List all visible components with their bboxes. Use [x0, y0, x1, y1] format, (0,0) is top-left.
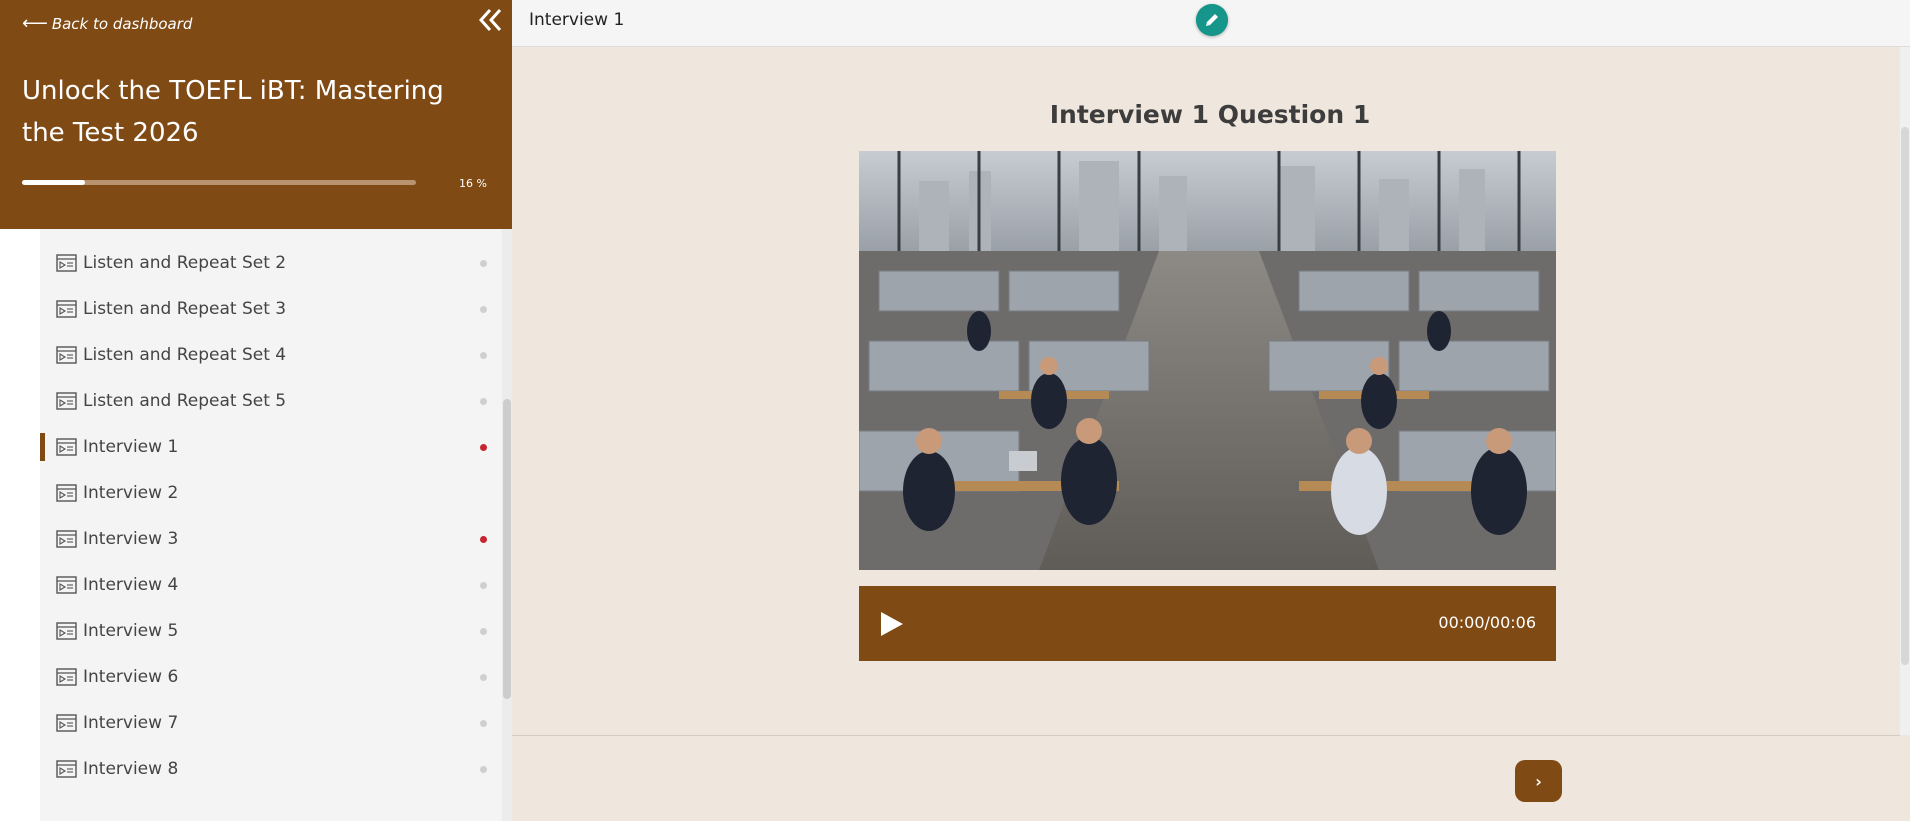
lesson-item[interactable]: Interview 6 [40, 654, 502, 700]
video-lesson-icon [56, 346, 77, 364]
lesson-label: Interview 8 [83, 759, 179, 779]
lesson-status-dot [480, 765, 487, 773]
lesson-status-dot [480, 581, 487, 589]
course-progress-label: 16 % [459, 177, 487, 190]
play-icon[interactable] [879, 610, 905, 638]
sidebar-scrollbar[interactable] [502, 229, 512, 821]
main-scrollbar[interactable] [1900, 47, 1910, 735]
lesson-label: Listen and Repeat Set 3 [83, 299, 287, 319]
lesson-item[interactable]: Interview 3 [40, 516, 502, 562]
next-lesson-button[interactable]: › [1515, 760, 1562, 802]
main-scrollbar-thumb[interactable] [1901, 127, 1909, 665]
office-interview-image [859, 151, 1556, 570]
lesson-item[interactable]: Interview 7 [40, 700, 502, 746]
video-lesson-icon [56, 760, 77, 778]
lesson-topbar: Interview 1 [512, 0, 1910, 47]
back-to-dashboard-label: Back to dashboard [51, 14, 193, 33]
footer-divider [512, 735, 1900, 736]
lesson-label: Interview 3 [83, 529, 179, 549]
arrow-left-icon: ⟵ [22, 13, 48, 34]
course-progress-bar [22, 180, 416, 185]
sidebar-header: ⟵ Back to dashboard Unlock the TOEFL iBT… [0, 0, 512, 229]
lesson-item[interactable]: Listen and Repeat Set 3 [40, 286, 502, 332]
lesson-status-dot [480, 627, 487, 635]
lesson-label: Interview 7 [83, 713, 179, 733]
question-title: Interview 1 Question 1 [1049, 100, 1371, 129]
video-lesson-icon [56, 300, 77, 318]
lesson-item[interactable]: Interview 1 [40, 424, 502, 470]
video-lesson-icon [56, 392, 77, 410]
video-lesson-icon [56, 254, 77, 272]
lesson-status-dot [480, 443, 487, 451]
lesson-item[interactable]: Listen and Repeat Set 2 [40, 240, 502, 286]
audio-player: 00:00/00:06 [859, 586, 1556, 661]
video-lesson-icon [56, 530, 77, 548]
lesson-label: Interview 1 [83, 437, 179, 457]
lesson-list: Listen and Repeat Set 1Listen and Repeat… [40, 206, 502, 821]
video-lesson-icon [56, 438, 77, 456]
course-title: Unlock the TOEFL iBT: Mastering the Test… [22, 76, 444, 148]
lesson-item[interactable]: Interview 5 [40, 608, 502, 654]
lesson-label: Interview 5 [83, 621, 179, 641]
sidebar-scrollbar-thumb[interactable] [503, 399, 511, 699]
video-lesson-icon [56, 576, 77, 594]
lesson-status-dot [480, 535, 487, 543]
lesson-label: Interview 4 [83, 575, 179, 595]
lesson-label: Interview 2 [83, 483, 179, 503]
lesson-label: Interview 6 [83, 667, 179, 687]
course-sidebar: ⟵ Back to dashboard Unlock the TOEFL iBT… [0, 0, 512, 821]
pencil-icon[interactable] [1196, 4, 1228, 36]
lesson-status-dot [480, 673, 487, 681]
lesson-label: Listen and Repeat Set 2 [83, 253, 287, 273]
lesson-item[interactable]: Interview 2 [40, 470, 502, 516]
lesson-status-dot [480, 397, 487, 405]
interview-photo [859, 151, 1556, 570]
lesson-status-dot [480, 351, 487, 359]
lesson-label: Listen and Repeat Set 4 [83, 345, 287, 365]
lesson-label: Listen and Repeat Set 5 [83, 391, 287, 411]
video-lesson-icon [56, 622, 77, 640]
lesson-item[interactable]: Listen and Repeat Set 4 [40, 332, 502, 378]
lesson-title: Interview 1 [529, 10, 625, 30]
video-lesson-icon [56, 484, 77, 502]
double-chevron-left-icon[interactable] [476, 6, 504, 34]
lesson-status-dot [480, 259, 487, 267]
lesson-status-dot [480, 719, 487, 727]
chevron-right-icon: › [1535, 771, 1542, 791]
audio-time: 00:00/00:06 [1438, 613, 1536, 632]
back-to-dashboard-link[interactable]: ⟵ Back to dashboard [22, 13, 192, 34]
lesson-item[interactable]: Interview 4 [40, 562, 502, 608]
lesson-status-dot [480, 305, 487, 313]
video-lesson-icon [56, 668, 77, 686]
lesson-item[interactable]: Listen and Repeat Set 5 [40, 378, 502, 424]
course-progress-fill [22, 180, 86, 185]
video-lesson-icon [56, 714, 77, 732]
lesson-item[interactable]: Interview 8 [40, 746, 502, 792]
